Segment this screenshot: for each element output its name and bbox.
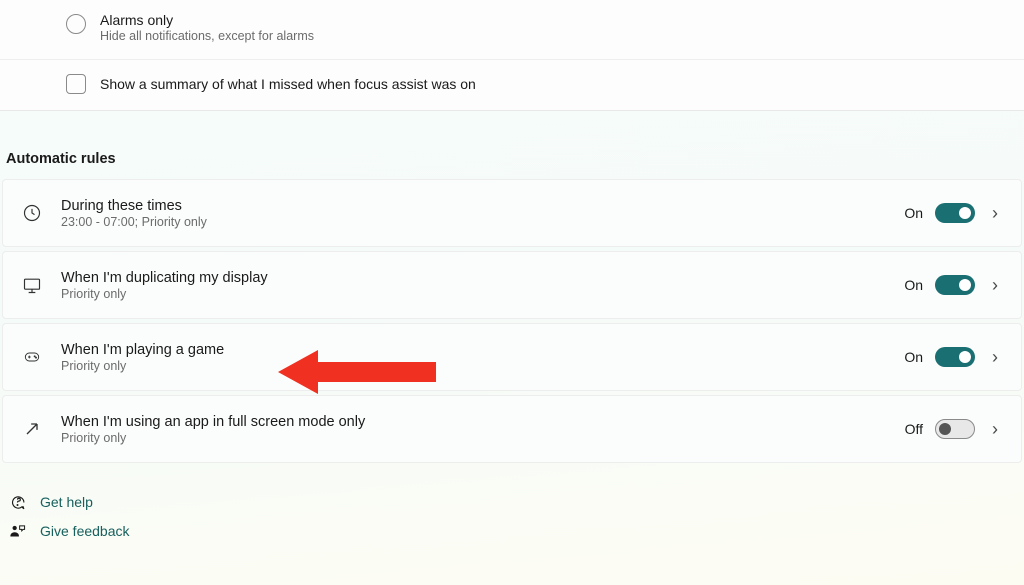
rule-subtitle: Priority only xyxy=(61,431,887,445)
monitor-icon xyxy=(21,274,43,296)
automatic-rules-list: During these times 23:00 - 07:00; Priori… xyxy=(0,179,1024,463)
rule-duplicating-display[interactable]: When I'm duplicating my display Priority… xyxy=(2,251,1022,319)
toggle-label: Off xyxy=(905,421,923,437)
footer-links: Get help Give feedback xyxy=(0,493,1024,540)
help-icon xyxy=(8,493,26,511)
rule-title: When I'm playing a game xyxy=(61,342,886,358)
radio-alarms-only[interactable]: Alarms only Hide all notifications, exce… xyxy=(0,0,1024,60)
summary-checkbox-row[interactable]: Show a summary of what I missed when foc… xyxy=(0,60,1024,110)
chevron-right-icon: › xyxy=(987,203,1003,224)
rule-playing-game[interactable]: When I'm playing a game Priority only On… xyxy=(2,323,1022,391)
radio-desc: Hide all notifications, except for alarm… xyxy=(100,29,314,43)
fullscreen-icon xyxy=(21,418,43,440)
rule-during-these-times[interactable]: During these times 23:00 - 07:00; Priori… xyxy=(2,179,1022,247)
summary-checkbox-label: Show a summary of what I missed when foc… xyxy=(100,76,476,92)
give-feedback-label: Give feedback xyxy=(40,523,130,539)
rule-subtitle: Priority only xyxy=(61,287,886,301)
chevron-right-icon: › xyxy=(987,347,1003,368)
toggle-switch[interactable] xyxy=(935,203,975,223)
toggle-label: On xyxy=(904,349,923,365)
clock-icon xyxy=(21,202,43,224)
rule-subtitle: Priority only xyxy=(61,359,886,373)
toggle-switch[interactable] xyxy=(935,419,975,439)
feedback-icon xyxy=(8,522,26,540)
chevron-right-icon: › xyxy=(987,419,1003,440)
radio-title: Alarms only xyxy=(100,12,314,28)
give-feedback-link[interactable]: Give feedback xyxy=(8,522,1024,540)
rule-title: When I'm using an app in full screen mod… xyxy=(61,414,887,430)
toggle-switch[interactable] xyxy=(935,275,975,295)
radio-icon xyxy=(66,14,86,34)
checkbox-icon xyxy=(66,74,86,94)
chevron-right-icon: › xyxy=(987,275,1003,296)
toggle-switch[interactable] xyxy=(935,347,975,367)
get-help-link[interactable]: Get help xyxy=(8,493,1024,511)
rule-subtitle: 23:00 - 07:00; Priority only xyxy=(61,215,886,229)
gamepad-icon xyxy=(21,346,43,368)
toggle-label: On xyxy=(904,277,923,293)
automatic-rules-header: Automatic rules xyxy=(0,151,1024,167)
radio-text-block: Alarms only Hide all notifications, exce… xyxy=(100,12,314,43)
toggle-label: On xyxy=(904,205,923,221)
rule-title: During these times xyxy=(61,198,886,214)
rule-fullscreen-app[interactable]: When I'm using an app in full screen mod… xyxy=(2,395,1022,463)
focus-assist-options: Alarms only Hide all notifications, exce… xyxy=(0,0,1024,111)
rule-title: When I'm duplicating my display xyxy=(61,270,886,286)
get-help-label: Get help xyxy=(40,494,93,510)
